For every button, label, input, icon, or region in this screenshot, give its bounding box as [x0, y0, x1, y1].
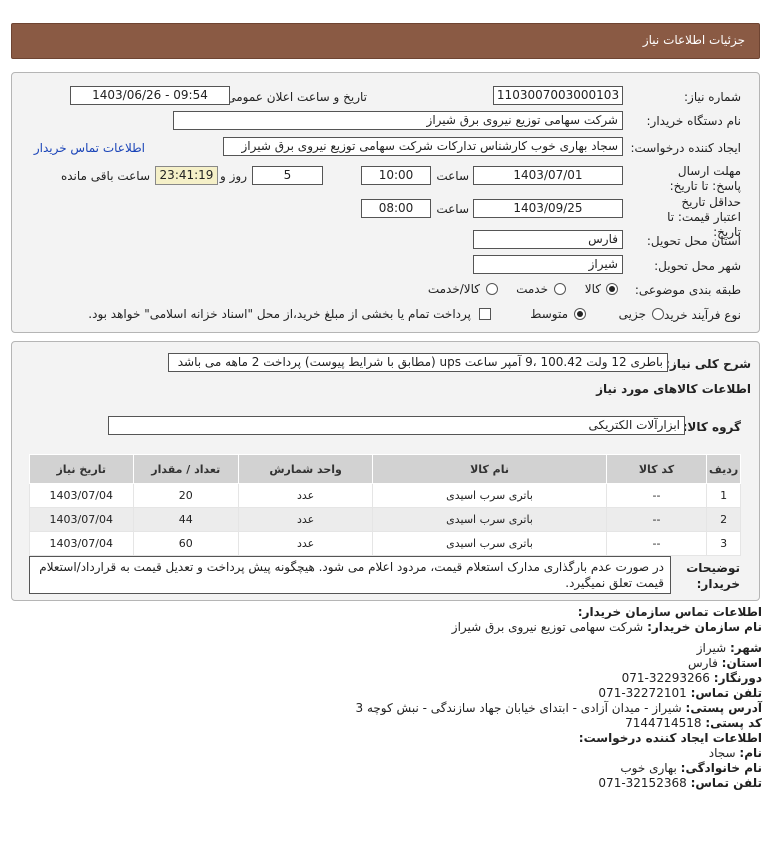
fax-label: دورنگار: [713, 671, 762, 685]
col-code: کد کالا [605, 454, 708, 484]
process-label: نوع فرآیند خرید : [656, 308, 741, 322]
cell-row: 2 [706, 507, 741, 532]
creator-name-label: نام: [739, 746, 762, 760]
page-title: جزئیات اطلاعات نیاز [642, 33, 745, 47]
cell-code: -- [605, 507, 708, 532]
days-label: روز و [220, 169, 247, 183]
validity-date-field: 1403/09/25 [473, 199, 623, 218]
cell-date: 1403/07/04 [29, 507, 134, 532]
page-header: جزئیات اطلاعات نیاز [11, 23, 760, 59]
phone-value: 071-32272101 [598, 686, 687, 700]
deadline-time-label: ساعت [436, 169, 469, 183]
goods-group-label: گروه کالا: [682, 420, 741, 434]
creator-family-label: نام خانوادگی: [680, 761, 762, 775]
creator-name-value: سجاد [708, 746, 736, 760]
fax-value: 071-32293266 [621, 671, 710, 685]
col-name: نام کالا [372, 454, 607, 484]
contact-city-label: شهر: [730, 641, 762, 655]
cell-unit: عدد [238, 483, 374, 508]
contact-title: اطلاعات تماس سازمان خریدار: [577, 605, 762, 619]
description-label: شرح کلی نیاز: [665, 357, 751, 371]
category-label: طبقه بندی موضوعی: [634, 283, 741, 297]
buyer-label: نام دستگاه خریدار: [646, 114, 742, 128]
goods-table: ردیف کد کالا نام کالا واحد شمارش تعداد /… [29, 454, 741, 556]
contact-province-value: فارس [687, 656, 718, 670]
deadline-time-field: 10:00 [361, 166, 431, 185]
cell-name: باتری سرب اسیدی [372, 531, 607, 556]
col-unit: واحد شمارش [238, 454, 374, 484]
validity-time-field: 08:00 [361, 199, 431, 218]
category-radio-service[interactable] [554, 283, 566, 295]
col-qty: تعداد / مقدار [132, 454, 240, 484]
category-option-goods: کالا [584, 282, 601, 296]
category-option-service: خدمت [516, 282, 548, 296]
creator-info-title: اطلاعات ایجاد کننده درخواست: [578, 731, 762, 745]
province-field: فارس [473, 230, 623, 249]
cell-date: 1403/07/04 [29, 483, 134, 508]
deadline-date-field: 1403/07/01 [473, 166, 623, 185]
table-row: 3 -- باتری سرب اسیدی عدد 60 1403/07/04 [29, 531, 741, 556]
creator-family-value: بهاری خوب [620, 761, 677, 775]
cell-qty: 20 [132, 483, 240, 508]
goods-table-header: ردیف کد کالا نام کالا واحد شمارش تعداد /… [29, 454, 741, 484]
details-panel: شماره نیاز: 1103007003000103 تاریخ و ساع… [11, 72, 760, 333]
process-radio-medium[interactable] [574, 308, 586, 320]
treasury-checkbox[interactable] [479, 308, 491, 320]
cell-name: باتری سرب اسیدی [372, 507, 607, 532]
org-label: نام سازمان خریدار: [647, 620, 762, 634]
cell-name: باتری سرب اسیدی [372, 483, 607, 508]
creator-phone-value: 071-32152368 [598, 776, 687, 790]
creator-field: سجاد بهاری خوب کارشناس تدارکات شرکت سهام… [223, 137, 623, 156]
province-label: استان محل تحویل: [646, 234, 741, 248]
contact-province-label: استان: [721, 656, 762, 670]
goods-group-field: ابزارآلات الکتریکی [108, 416, 685, 435]
buyer-contact-link[interactable]: اطلاعات تماس خریدار [34, 141, 145, 155]
deadline-label: مهلت ارسال پاسخ: تا تاریخ: [669, 164, 741, 193]
remaining-time-field: 23:41:19 [155, 166, 218, 185]
process-option-minor: جزیی [618, 307, 646, 321]
contact-city-value: شیراز [696, 641, 727, 655]
category-radio-goods-service[interactable] [486, 283, 498, 295]
postal-label: کد پستی: [705, 716, 762, 730]
process-option-medium: متوسط [530, 307, 568, 321]
creator-label: ایجاد کننده درخواست: [630, 141, 741, 155]
remaining-label: ساعت باقی مانده [60, 169, 150, 183]
validity-time-label: ساعت [436, 202, 469, 216]
cell-qty: 44 [132, 507, 240, 532]
city-field: شیراز [473, 255, 623, 274]
cell-unit: عدد [238, 507, 374, 532]
cell-qty: 60 [132, 531, 240, 556]
buyer-notes-text: در صورت عدم بارگذاری مدارک استعلام قیمت،… [29, 556, 671, 594]
cell-row: 1 [706, 483, 741, 508]
cell-code: -- [605, 483, 708, 508]
goods-section-title: اطلاعات کالاهای مورد نیاز [596, 382, 751, 396]
cell-date: 1403/07/04 [29, 531, 134, 556]
category-option-goods-service: کالا/خدمت [427, 282, 480, 296]
cell-unit: عدد [238, 531, 374, 556]
days-field: 5 [252, 166, 323, 185]
table-row: 2 -- باتری سرب اسیدی عدد 44 1403/07/04 [29, 507, 741, 532]
phone-label: تلفن تماس: [690, 686, 762, 700]
address-value: شیراز - میدان آزادی - ابتدای خیابان جهاد… [355, 701, 682, 715]
postal-value: 7144714518 [625, 716, 702, 730]
col-row: ردیف [706, 454, 741, 484]
address-label: آدرس پستی: [685, 701, 762, 715]
buyer-field: شرکت سهامی توزیع نیروی برق شیراز [173, 111, 623, 130]
announce-field: 1403/06/26 - 09:54 [70, 86, 230, 105]
creator-phone-label: تلفن تماس: [690, 776, 762, 790]
description-field: باطری 12 ولت 100.42 ،9 آمپر ساعت ups (مط… [168, 353, 668, 372]
org-value: شرکت سهامی توزیع نیروی برق شیراز [451, 620, 644, 634]
need-number-label: شماره نیاز: [684, 90, 741, 104]
process-note: پرداخت تمام یا بخشی از مبلغ خرید،از محل … [88, 307, 471, 321]
process-radio-minor[interactable] [652, 308, 664, 320]
need-number-field: 1103007003000103 [493, 86, 623, 105]
buyer-notes-label: توضیحات خریدار: [686, 561, 740, 591]
col-date: تاریخ نیاز [29, 454, 134, 484]
cell-row: 3 [706, 531, 741, 556]
announce-label: تاریخ و ساعت اعلان عمومی: [222, 90, 367, 104]
table-row: 1 -- باتری سرب اسیدی عدد 20 1403/07/04 [29, 483, 741, 508]
city-label: شهر محل تحویل: [654, 259, 741, 273]
category-radio-goods[interactable] [606, 283, 618, 295]
cell-code: -- [605, 531, 708, 556]
